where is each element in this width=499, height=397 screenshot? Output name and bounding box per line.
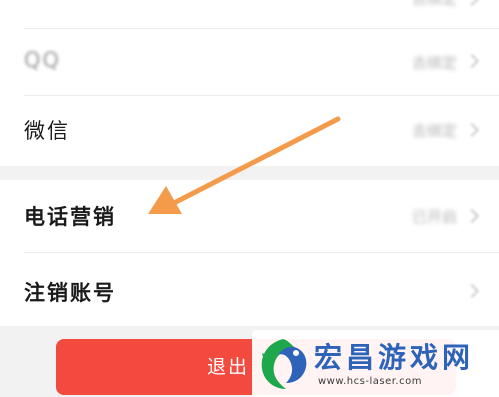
row-label: 电话营销 (24, 205, 116, 229)
chevron-right-icon (464, 53, 480, 69)
row-label: QQ (24, 48, 62, 72)
settings-row-telemarketing[interactable]: 电话营销 已开启 (0, 180, 499, 252)
row-value: 已开启 (411, 208, 457, 226)
chevron-right-icon (464, 0, 480, 7)
row-value: 去绑定 (411, 122, 457, 140)
row-value: 去绑定 (412, 0, 457, 9)
site-watermark: 宏昌游戏网 www.hcs-laser.com (252, 330, 499, 397)
chevron-right-icon (464, 122, 480, 138)
dragon-logo-icon (261, 339, 307, 389)
settings-row-wechat[interactable]: 微信 去绑定 (0, 95, 499, 165)
row-label: 注销账号 (24, 281, 116, 305)
row-value: 去绑定 (411, 54, 457, 72)
chevron-right-icon (464, 283, 480, 299)
settings-row-hidden[interactable]: 去绑定 (0, 0, 499, 28)
logout-label: 退出 (207, 356, 250, 378)
watermark-title: 宏昌游戏网 (314, 341, 475, 374)
settings-row-delete-account[interactable]: 注销账号 (0, 253, 499, 326)
chevron-right-icon (464, 208, 480, 224)
watermark-url: www.hcs-laser.com (318, 376, 422, 387)
settings-row-qq[interactable]: QQ 去绑定 (0, 28, 499, 94)
settings-screen: 去绑定 QQ 去绑定 微信 去绑定 电话营销 已开启 注销账号 退出 (0, 0, 499, 397)
row-label: 微信 (24, 119, 70, 143)
